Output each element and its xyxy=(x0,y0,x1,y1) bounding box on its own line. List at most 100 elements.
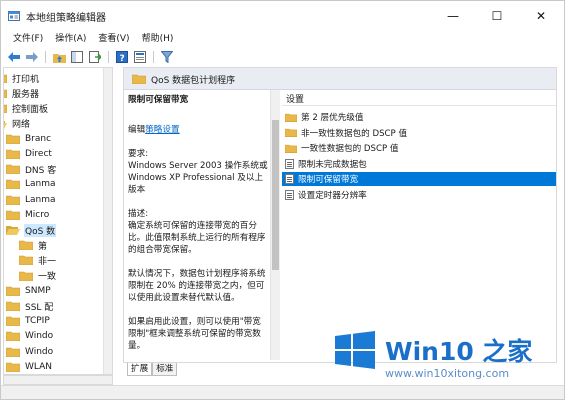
settings-list-item-label: 一致性数据包的 DSCP 值 xyxy=(301,144,399,154)
folder-icon xyxy=(132,74,146,84)
watermark: Win10 之家 www.win10xitong.com xyxy=(335,329,561,389)
folder-icon xyxy=(18,271,34,281)
tree-item[interactable]: Windo xyxy=(4,328,54,344)
settings-list: 设置 第 2 层优先级值非一致性数据包的 DSCP 值一致性数据包的 DSCP … xyxy=(282,90,556,362)
description-scroll-thumb[interactable] xyxy=(272,120,279,270)
folder-icon xyxy=(4,103,8,114)
tree-item[interactable]: Direct xyxy=(4,146,53,162)
edit-policy-line: 编辑策略设置 xyxy=(128,124,268,136)
description-scrollbar[interactable] xyxy=(270,90,280,360)
details-pane: QoS 数据包计划程序 限制可保留带宽 编辑策略设置 要求: Windows S… xyxy=(123,67,557,363)
tree-item[interactable]: 打印机 xyxy=(4,70,40,86)
toolbar-separator xyxy=(108,51,109,63)
settings-list-item[interactable]: 设置定时器分辨率 xyxy=(282,188,556,202)
forward-arrow-icon[interactable] xyxy=(25,50,39,64)
tree-item[interactable]: SNMP xyxy=(4,283,52,299)
folder-icon xyxy=(6,225,20,235)
back-arrow-icon[interactable] xyxy=(7,50,21,64)
settings-list-item[interactable]: 限制未完成数据包 xyxy=(282,157,556,171)
settings-list-item-label: 限制可保留带宽 xyxy=(298,175,359,185)
tree-item[interactable]: ›Windo xyxy=(4,344,54,360)
folder-icon xyxy=(4,73,8,84)
settings-list-item[interactable]: 一致性数据包的 DSCP 值 xyxy=(282,141,556,155)
folder-icon xyxy=(5,316,21,327)
list-header-settings[interactable]: 设置 xyxy=(282,92,556,106)
settings-list-item-label: 第 2 层优先级值 xyxy=(301,113,364,123)
tree-item[interactable]: 第 xyxy=(9,237,48,253)
requirements-text: 要求: Windows Server 2003 操作系统或 Windows XP… xyxy=(128,149,268,195)
tree-item-label: 第 xyxy=(38,241,48,252)
close-button[interactable]: ✕ xyxy=(519,1,563,30)
tree-item[interactable]: Lanma xyxy=(4,192,57,208)
folder-icon xyxy=(5,347,21,357)
settings-list-item[interactable]: 非一致性数据包的 DSCP 值 xyxy=(282,126,556,140)
tree-item-label: Direct xyxy=(25,149,52,159)
settings-list-item-label: 非一致性数据包的 DSCP 值 xyxy=(301,128,408,139)
tree-item-label: 非一 xyxy=(38,256,57,267)
tab-standard[interactable]: 标准 xyxy=(152,363,178,376)
menu-view[interactable]: 查看(V) xyxy=(94,30,137,48)
windows-logo-icon xyxy=(335,331,375,369)
menu-action[interactable]: 操作(A) xyxy=(51,30,94,48)
tree-item[interactable]: ›控制面板 xyxy=(4,100,49,116)
maximize-button[interactable]: ☐ xyxy=(475,1,519,30)
tree-item-label: Micro xyxy=(25,209,50,220)
title-bar[interactable]: 本地组策略编辑器 — ☐ ✕ xyxy=(1,1,564,30)
tree-horizontal-scrollbar[interactable] xyxy=(3,375,113,385)
toolbar-separator xyxy=(153,51,154,63)
folder-icon xyxy=(5,134,21,145)
group-policy-app-icon xyxy=(8,11,20,21)
folder-icon xyxy=(18,255,34,266)
tree-item-label: Branc xyxy=(25,133,52,144)
tree-item-label: Windo xyxy=(25,346,54,357)
help-icon[interactable]: ? xyxy=(115,50,129,64)
tree-item[interactable]: ›WLAN xyxy=(4,359,53,374)
up-folder-icon[interactable] xyxy=(52,50,66,64)
menu-file[interactable]: 文件(F) xyxy=(9,30,51,48)
tree-item-label: 一致 xyxy=(38,272,57,283)
tree-item[interactable]: ⌄网络 xyxy=(4,116,31,132)
tree-item[interactable]: DNS 客 xyxy=(4,161,57,177)
tree-item-label: Lanma xyxy=(25,179,56,190)
policy-setting-icon xyxy=(285,158,294,169)
tree-item[interactable]: SSL 配 xyxy=(4,298,54,314)
settings-list-item[interactable]: 限制可保留带宽 xyxy=(282,172,556,186)
folder-icon xyxy=(5,301,21,312)
tree-item-label: 打印机 xyxy=(12,74,40,85)
tab-extended[interactable]: 扩展 xyxy=(127,363,153,376)
tree-item[interactable]: Lanma xyxy=(4,176,57,192)
folder-icon xyxy=(4,119,7,129)
folder-icon xyxy=(5,164,21,175)
settings-list-item[interactable]: 第 2 层优先级值 xyxy=(282,110,556,124)
tree-item[interactable]: Branc xyxy=(4,131,52,147)
edit-policy-link[interactable]: 策略设置 xyxy=(145,125,179,135)
tree-item[interactable]: ⌄QoS 数 xyxy=(4,222,57,238)
policy-setting-icon xyxy=(285,174,294,184)
enabled-text: 如果启用此设置，则可以使用"带宽限制"框来调整系统可保留的带宽数量。 xyxy=(128,317,261,351)
menu-help[interactable]: 帮助(H) xyxy=(138,30,182,48)
console-tree-icon[interactable] xyxy=(70,50,84,64)
toolbar: ? xyxy=(1,48,564,66)
properties-icon[interactable] xyxy=(133,50,147,64)
folder-icon xyxy=(4,88,8,99)
export-list-icon[interactable] xyxy=(88,50,102,64)
folder-icon xyxy=(5,210,21,221)
tree-item-label: 服务器 xyxy=(12,89,40,100)
pane-header-title: QoS 数据包计划程序 xyxy=(151,76,236,86)
tree-item[interactable]: ›Micro xyxy=(4,207,50,223)
console-tree[interactable]: 打印机服务器›控制面板⌄网络Branc Direct DNS 客 Lanma Lanma… xyxy=(3,67,113,375)
tree-item[interactable]: 非一 xyxy=(9,252,57,268)
tree-vertical-scrollbar[interactable] xyxy=(103,68,112,374)
tree-item-label: Lanma xyxy=(25,194,56,205)
tree-item-label: 网络 xyxy=(12,120,31,131)
window: 本地组策略编辑器 — ☐ ✕ 文件(F) 操作(A) 查看(V) 帮助(H) ? xyxy=(0,0,565,400)
tree-item[interactable]: ›TCPIP xyxy=(4,313,51,329)
tree-item[interactable]: 一致 xyxy=(9,268,57,284)
menu-bar: 文件(F) 操作(A) 查看(V) 帮助(H) xyxy=(1,30,564,48)
view-tabs: 扩展 标准 xyxy=(127,363,178,377)
description-title: 限制可保留带宽 xyxy=(128,95,189,105)
folder-icon xyxy=(284,113,298,122)
tree-item[interactable]: 服务器 xyxy=(4,85,40,101)
filter-icon[interactable] xyxy=(160,50,174,64)
minimize-button[interactable]: — xyxy=(431,1,475,30)
